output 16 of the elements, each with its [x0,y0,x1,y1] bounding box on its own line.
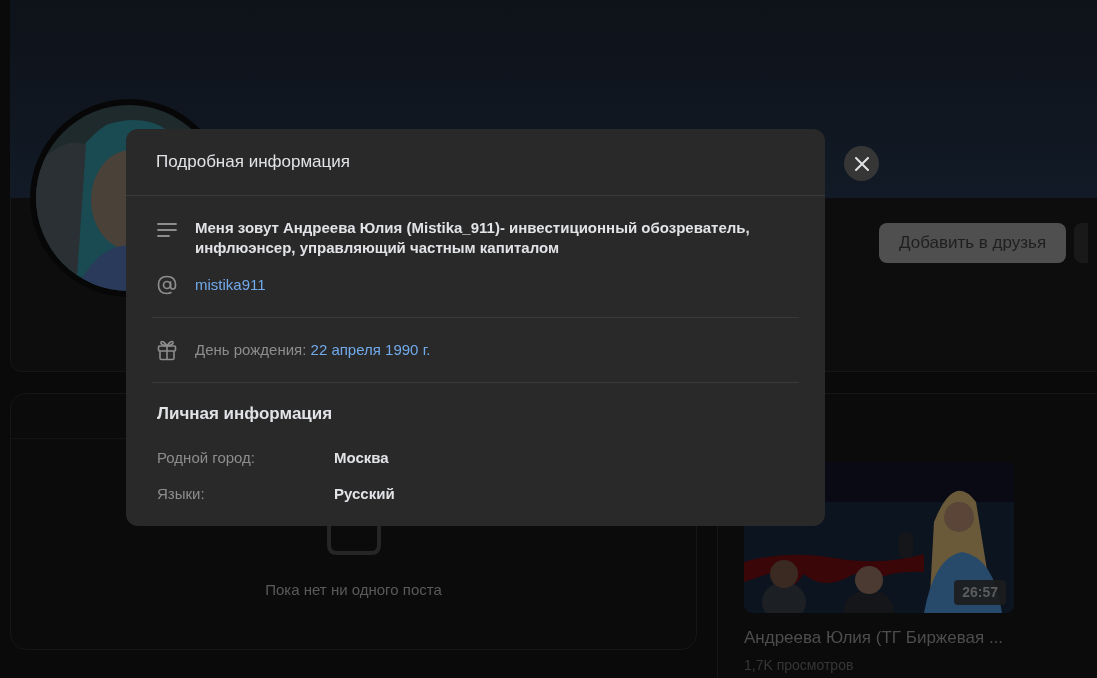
close-icon [854,156,869,171]
empty-posts-text: Пока нет ни одного поста [265,580,442,600]
at-sign-icon [157,275,177,295]
birthday-link[interactable]: 22 апреля 1990 г. [310,340,431,358]
info-label: Родной город: [157,448,257,469]
info-value: Русский [334,484,395,505]
about-text: Меня зовут Андреева Юлия (Mistika_911)- инвестиционный обозреватель, инфлюэнсер, управляющий частным капиталом [195,218,751,258]
info-value: Москва [334,448,389,469]
section-heading: Личная информация [157,403,334,425]
gift-icon [157,339,177,361]
dialog-title: Подробная информация [156,151,350,174]
username-link[interactable]: mistika911 [195,273,266,297]
info-label: Языки: [157,484,206,505]
duration-badge: 26:57 [954,580,1006,605]
birthday-label: День рождения: [195,340,307,358]
text-lines-icon [157,222,177,238]
